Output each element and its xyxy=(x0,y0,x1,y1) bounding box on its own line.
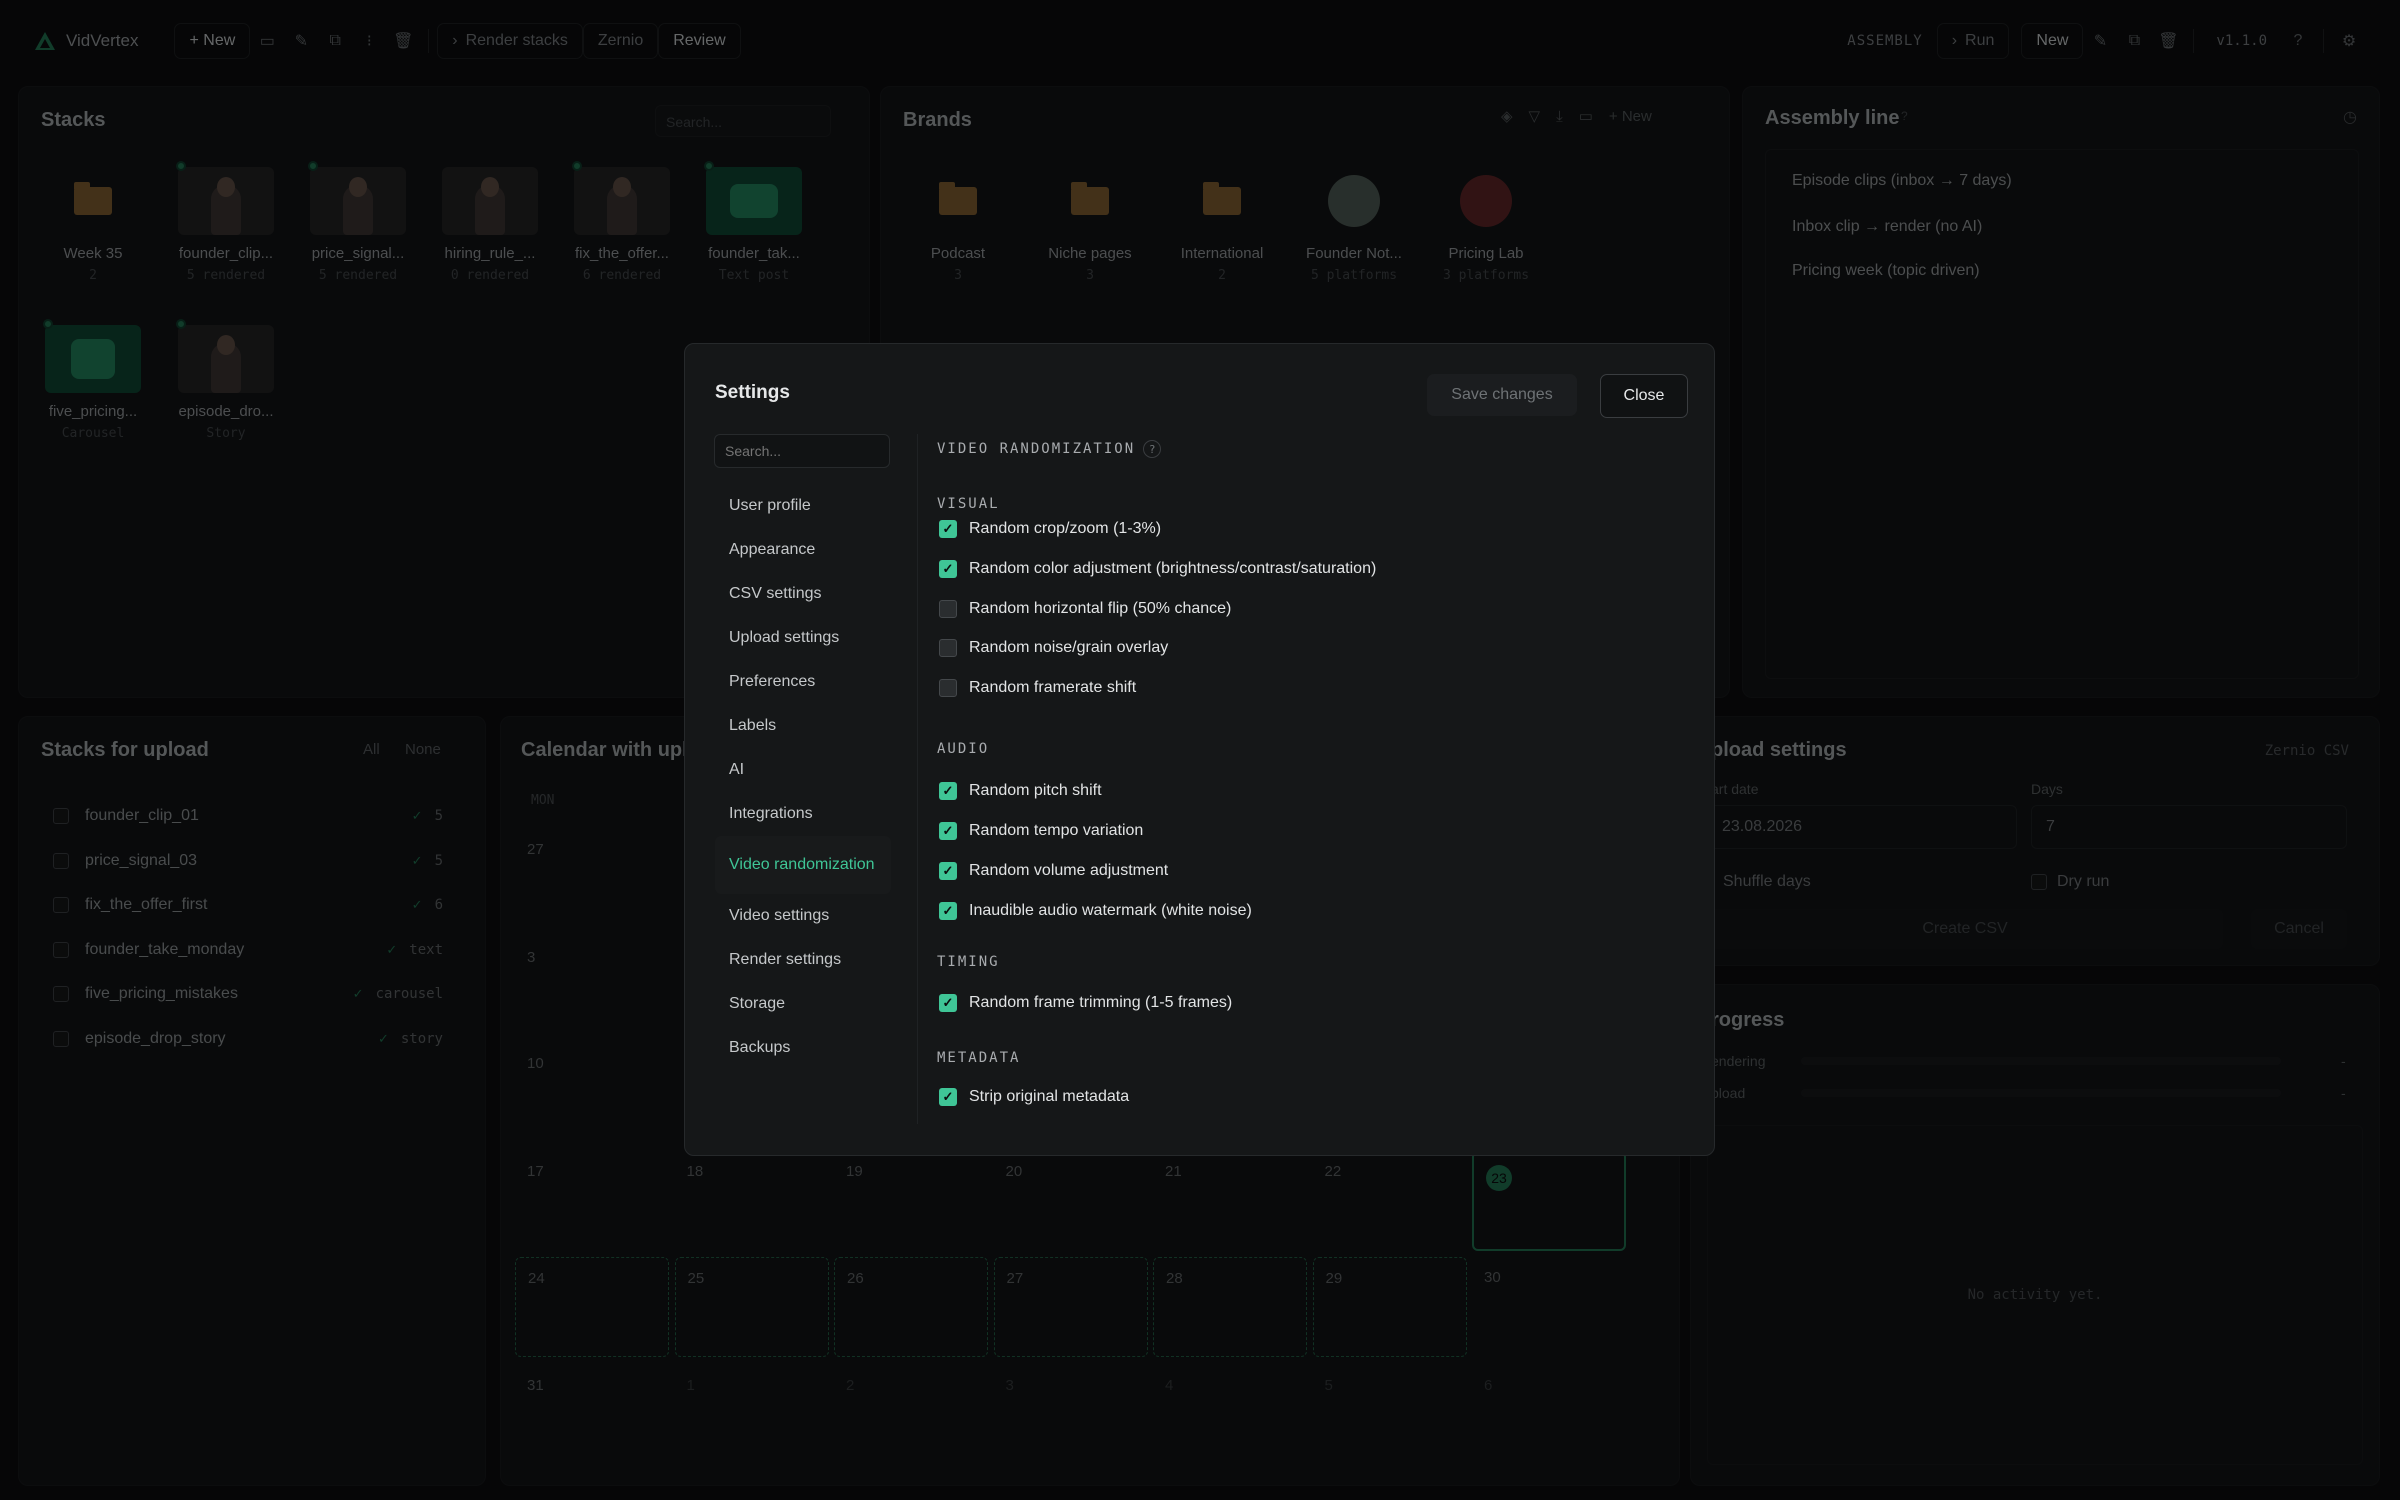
option-label: Random tempo variation xyxy=(969,822,1144,839)
nav-item-appearance[interactable]: Appearance xyxy=(715,528,891,572)
option-row[interactable]: ✓ Random color adjustment (brightness/con… xyxy=(939,560,1376,578)
section-label-timing: TIMING xyxy=(937,954,1000,970)
help-icon[interactable]: ? xyxy=(1143,440,1162,458)
option-row[interactable]: Random horizontal flip (50% chance) xyxy=(939,600,1231,618)
option-checkbox[interactable]: ✓ xyxy=(939,560,957,578)
heading-text: VIDEO RANDOMIZATION xyxy=(937,441,1136,457)
option-label: Random crop/zoom (1-3%) xyxy=(969,520,1162,537)
nav-item-video-randomization[interactable]: Video randomization xyxy=(715,836,891,894)
option-checkbox[interactable]: ✓ xyxy=(939,862,957,880)
nav-item-user-profile[interactable]: User profile xyxy=(715,484,891,528)
option-row[interactable]: ✓ Random crop/zoom (1-3%) xyxy=(939,520,1161,538)
option-label: Inaudible audio watermark (white noise) xyxy=(969,902,1252,919)
option-label: Random color adjustment (brightness/cont… xyxy=(969,560,1377,577)
settings-divider xyxy=(917,434,918,1124)
settings-nav: User profile Appearance CSV settings Upload… xyxy=(715,484,891,1070)
close-button[interactable]: Close xyxy=(1600,374,1688,418)
option-checkbox[interactable]: ✓ xyxy=(939,822,957,840)
section-label-metadata: METADATA xyxy=(937,1050,1021,1066)
option-row[interactable]: ✓ Random volume adjustment xyxy=(939,862,1168,880)
option-checkbox[interactable] xyxy=(939,639,957,657)
option-row[interactable]: ✓ Random tempo variation xyxy=(939,822,1143,840)
option-label: Random frame trimming (1-5 frames) xyxy=(969,994,1233,1011)
nav-item-backups[interactable]: Backups xyxy=(715,1026,891,1070)
settings-title: Settings xyxy=(715,382,790,403)
section-label-audio: AUDIO xyxy=(937,741,990,757)
option-checkbox[interactable]: ✓ xyxy=(939,520,957,538)
option-checkbox[interactable] xyxy=(939,679,957,697)
option-label: Random volume adjustment xyxy=(969,862,1169,879)
option-row[interactable]: ✓ Random frame trimming (1-5 frames) xyxy=(939,994,1232,1012)
option-label: Random pitch shift xyxy=(969,782,1102,799)
option-label: Strip original metadata xyxy=(969,1088,1130,1105)
option-label: Random noise/grain overlay xyxy=(969,639,1169,656)
nav-item-csv-settings[interactable]: CSV settings xyxy=(715,572,891,616)
option-checkbox[interactable]: ✓ xyxy=(939,994,957,1012)
settings-section-heading: VIDEO RANDOMIZATION? xyxy=(937,440,1162,458)
option-checkbox[interactable]: ✓ xyxy=(939,1088,957,1106)
option-label: Random framerate shift xyxy=(969,679,1137,696)
nav-item-preferences[interactable]: Preferences xyxy=(715,660,891,704)
option-checkbox[interactable]: ✓ xyxy=(939,782,957,800)
nav-item-storage[interactable]: Storage xyxy=(715,982,891,1026)
nav-item-render-settings[interactable]: Render settings xyxy=(715,938,891,982)
option-label: Random horizontal flip (50% chance) xyxy=(969,600,1232,617)
nav-item-labels[interactable]: Labels xyxy=(715,704,891,748)
option-row[interactable]: Random framerate shift xyxy=(939,679,1136,697)
nav-item-video-settings[interactable]: Video settings xyxy=(715,894,891,938)
option-row[interactable]: Random noise/grain overlay xyxy=(939,639,1168,657)
settings-modal: Settings Save changes Close User profile… xyxy=(684,343,1715,1156)
option-checkbox[interactable]: ✓ xyxy=(939,902,957,920)
option-checkbox[interactable] xyxy=(939,600,957,618)
nav-item-integrations[interactable]: Integrations xyxy=(715,792,891,836)
nav-item-ai[interactable]: AI xyxy=(715,748,891,792)
section-label-visual: VISUAL xyxy=(937,496,1000,512)
settings-search-input[interactable] xyxy=(714,434,890,468)
option-row[interactable]: ✓ Random pitch shift xyxy=(939,782,1102,800)
option-row[interactable]: ✓ Inaudible audio watermark (white noise) xyxy=(939,902,1252,920)
nav-item-upload-settings[interactable]: Upload settings xyxy=(715,616,891,660)
save-changes-button[interactable]: Save changes xyxy=(1427,374,1577,416)
option-row[interactable]: ✓ Strip original metadata xyxy=(939,1088,1129,1106)
